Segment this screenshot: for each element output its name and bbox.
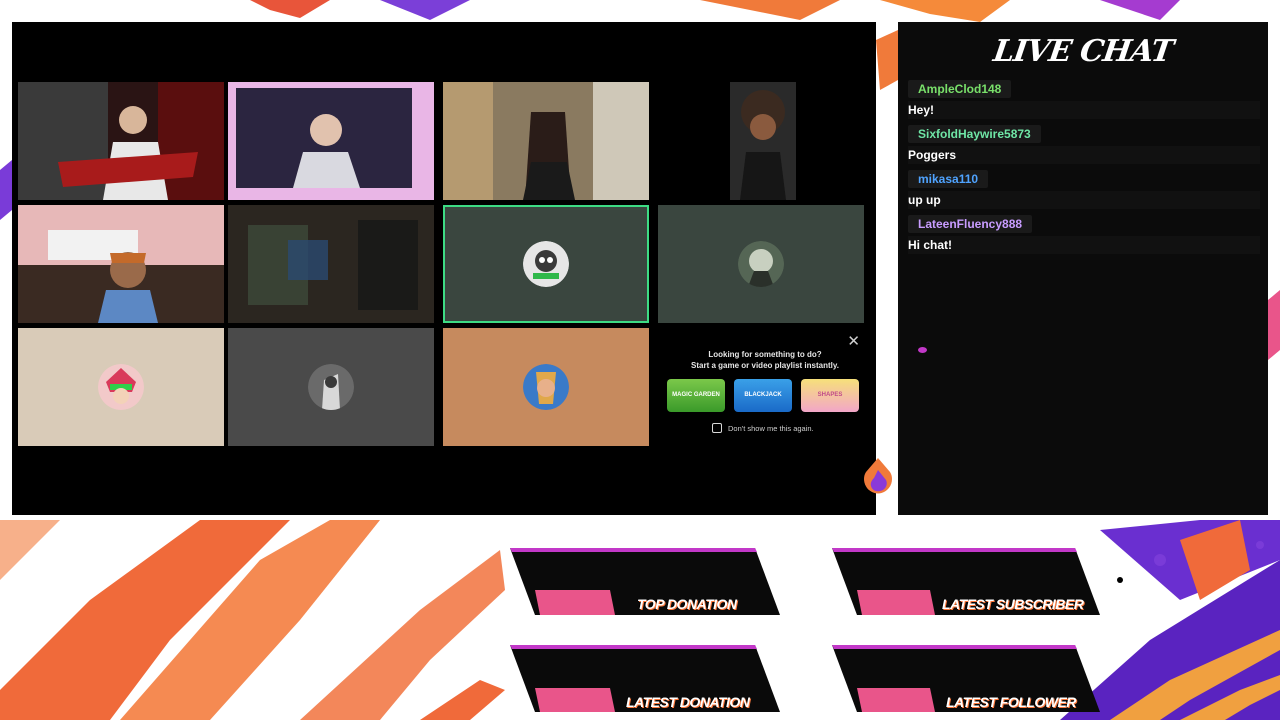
banner-label: LATEST DONATION xyxy=(626,694,750,710)
banner-label: LATEST FOLLOWER xyxy=(946,694,1076,710)
top-donation-banner: TOP DONATION xyxy=(510,548,780,618)
latest-subscriber-banner: LATEST SUBSCRIBER xyxy=(832,548,1102,618)
banner-label: LATEST SUBSCRIBER xyxy=(942,596,1084,612)
latest-follower-banner: LATEST FOLLOWER xyxy=(832,645,1102,715)
latest-donation-banner: LATEST DONATION xyxy=(510,645,780,715)
banner-label: TOP DONATION xyxy=(637,596,737,612)
